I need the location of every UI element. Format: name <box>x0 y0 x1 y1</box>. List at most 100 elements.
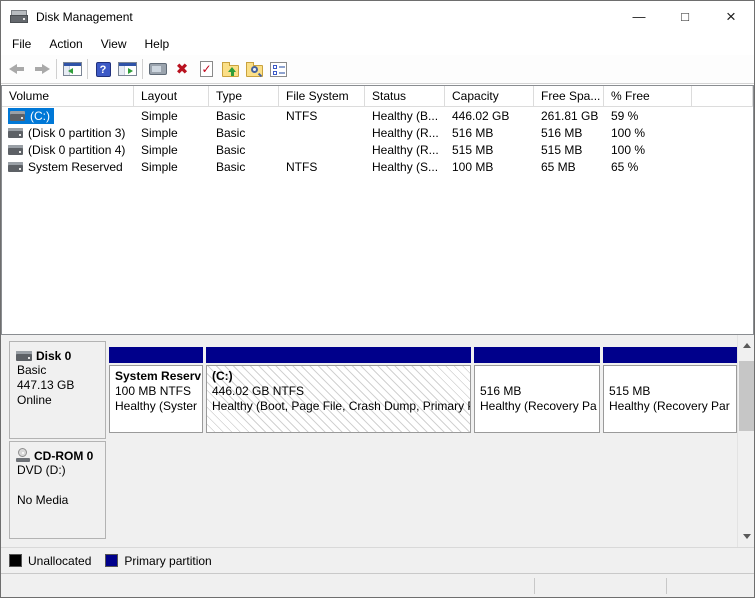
cell-capacity: 516 MB <box>445 126 534 140</box>
back-icon[interactable] <box>5 57 29 81</box>
toolbar-separator <box>142 59 143 79</box>
window-title: Disk Management <box>36 10 133 24</box>
cell-capacity: 515 MB <box>445 143 534 157</box>
partition-system-reserved[interactable]: System Reserv 100 MB NTFS Healthy (Syste… <box>109 347 203 433</box>
disk-size: 447.13 GB <box>10 378 105 393</box>
cell-free-space: 516 MB <box>534 126 604 140</box>
scrollbar-thumb[interactable] <box>739 361 754 431</box>
close-button[interactable]: × <box>708 1 754 32</box>
minimize-button[interactable]: — <box>616 1 662 32</box>
toolbar-separator <box>56 59 57 79</box>
cell-layout: Simple <box>134 143 209 157</box>
cell-file-system: NTFS <box>279 160 365 174</box>
partition-size: 446.02 GB NTFS <box>212 384 468 399</box>
volume-list-header: Volume Layout Type File System Status Ca… <box>2 86 753 107</box>
title-bar: Disk Management — □ × <box>1 1 754 32</box>
cell-status: Healthy (S... <box>365 160 445 174</box>
volume-list-pane: Volume Layout Type File System Status Ca… <box>1 85 754 335</box>
volume-name: (Disk 0 partition 3) <box>28 126 125 140</box>
cell-free-space: 261.81 GB <box>534 109 604 123</box>
cell-layout: Simple <box>134 109 209 123</box>
folder-up-icon[interactable] <box>218 57 242 81</box>
table-row-partition-4[interactable]: (Disk 0 partition 4) Simple Basic Health… <box>2 141 753 158</box>
cell-capacity: 100 MB <box>445 160 534 174</box>
cell-pct-free: 65 % <box>604 160 692 174</box>
menu-file[interactable]: File <box>3 34 40 54</box>
cell-free-space: 515 MB <box>534 143 604 157</box>
primary-partition-band <box>206 347 471 363</box>
scroll-down-icon[interactable] <box>738 528 755 545</box>
scroll-up-icon[interactable] <box>738 337 755 354</box>
folder-find-icon[interactable] <box>242 57 266 81</box>
primary-partition-band <box>603 347 737 363</box>
partition-title: System Reserv <box>115 369 200 384</box>
volume-drive-icon <box>10 111 25 121</box>
cdrom-label-panel[interactable]: CD-ROM 0 DVD (D:) No Media <box>9 441 106 539</box>
column-header-filler <box>692 86 753 106</box>
partition-status: Healthy (Recovery Pa <box>480 399 597 414</box>
cell-capacity: 446.02 GB <box>445 109 534 123</box>
column-header-capacity[interactable]: Capacity <box>445 86 534 106</box>
view-options-icon[interactable] <box>266 57 290 81</box>
toolbar-separator <box>87 59 88 79</box>
menu-bar: File Action View Help <box>1 32 754 55</box>
disk-icon <box>16 351 32 361</box>
disk-name: Disk 0 <box>36 349 71 363</box>
disk0-label-panel[interactable]: Disk 0 Basic 447.13 GB Online <box>9 341 106 439</box>
app-drive-icon <box>10 10 28 23</box>
cell-file-system: NTFS <box>279 109 365 123</box>
check-document-icon[interactable]: ✓ <box>194 57 218 81</box>
disk-status: Online <box>10 393 105 408</box>
cdrom-media-status: No Media <box>10 493 105 508</box>
partition-recovery-515[interactable]: 515 MB Healthy (Recovery Par <box>603 347 737 433</box>
help-icon[interactable]: ? <box>91 57 115 81</box>
column-header-free-space[interactable]: Free Spa... <box>534 86 604 106</box>
show-action-pane-icon[interactable] <box>115 57 139 81</box>
cell-type: Basic <box>209 143 279 157</box>
maximize-button[interactable]: □ <box>662 1 708 32</box>
toolbar: ? ✖ ✓ <box>1 55 754 84</box>
cell-pct-free: 100 % <box>604 143 692 157</box>
column-header-pct-free[interactable]: % Free <box>604 86 692 106</box>
cell-layout: Simple <box>134 126 209 140</box>
partition-size: 515 MB <box>609 384 734 399</box>
cdrom-icon <box>16 450 31 462</box>
legend-bar: Unallocated Primary partition <box>1 547 754 573</box>
show-console-tree-icon[interactable] <box>60 57 84 81</box>
selected-volume-highlight[interactable]: (C:) <box>8 108 54 124</box>
forward-icon[interactable] <box>29 57 53 81</box>
graphical-view-pane: Disk 0 Basic 447.13 GB Online System Res… <box>1 335 754 547</box>
column-header-type[interactable]: Type <box>209 86 279 106</box>
table-row-partition-3[interactable]: (Disk 0 partition 3) Simple Basic Health… <box>2 124 753 141</box>
cdrom-name: CD-ROM 0 <box>34 449 93 463</box>
table-row-system-reserved[interactable]: System Reserved Simple Basic NTFS Health… <box>2 158 753 175</box>
table-row-c-drive[interactable]: (C:) Simple Basic NTFS Healthy (B... 446… <box>2 107 753 124</box>
legend-label-unallocated: Unallocated <box>28 554 91 568</box>
cell-status: Healthy (B... <box>365 109 445 123</box>
status-bar <box>1 573 754 597</box>
delete-volume-icon[interactable]: ✖ <box>170 57 194 81</box>
menu-help[interactable]: Help <box>136 34 179 54</box>
partition-status: Healthy (Boot, Page File, Crash Dump, Pr… <box>212 399 468 414</box>
column-header-layout[interactable]: Layout <box>134 86 209 106</box>
volume-drive-icon <box>8 145 23 155</box>
status-bar-divider <box>534 578 535 594</box>
menu-action[interactable]: Action <box>40 34 91 54</box>
volume-drive-icon <box>8 128 23 138</box>
partition-recovery-516[interactable]: 516 MB Healthy (Recovery Pa <box>474 347 600 433</box>
volume-name: System Reserved <box>28 160 123 174</box>
cell-type: Basic <box>209 126 279 140</box>
column-header-status[interactable]: Status <box>365 86 445 106</box>
unallocated-swatch <box>9 554 22 567</box>
column-header-volume[interactable]: Volume <box>2 86 134 106</box>
menu-view[interactable]: View <box>92 34 136 54</box>
display-icon[interactable] <box>146 57 170 81</box>
cell-type: Basic <box>209 160 279 174</box>
primary-partition-band <box>474 347 600 363</box>
vertical-scrollbar[interactable] <box>737 335 754 547</box>
partition-c-drive[interactable]: (C:) 446.02 GB NTFS Healthy (Boot, Page … <box>206 347 471 433</box>
volume-drive-icon <box>8 162 23 172</box>
status-bar-divider <box>666 578 667 594</box>
cell-status: Healthy (R... <box>365 143 445 157</box>
column-header-file-system[interactable]: File System <box>279 86 365 106</box>
